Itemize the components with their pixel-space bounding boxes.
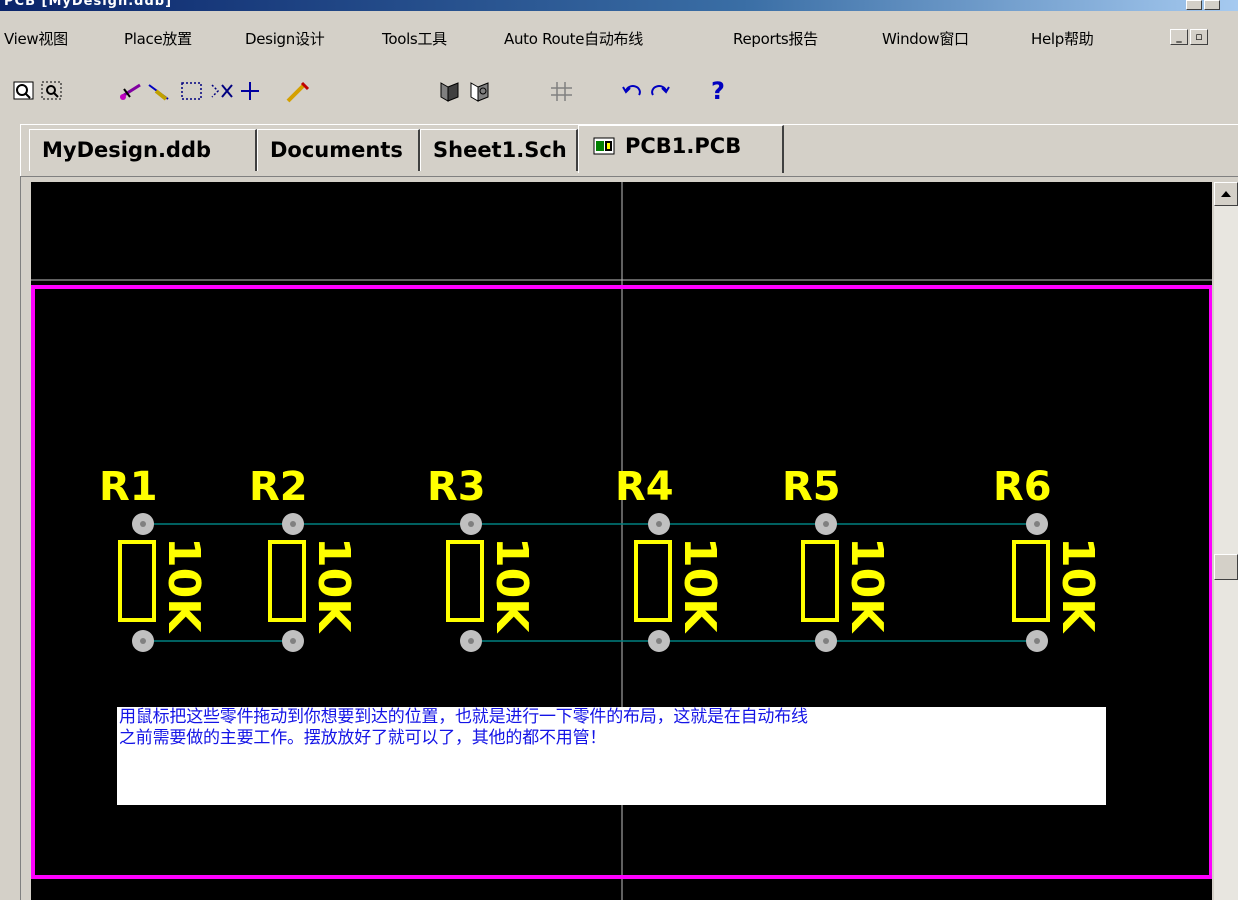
menu-window[interactable]: Window窗口	[882, 28, 969, 49]
line-icon[interactable]	[146, 76, 174, 106]
component-value: 10K	[674, 537, 725, 634]
document-window-controls: _ ▫	[1170, 29, 1208, 45]
resistor-body-outline	[634, 540, 672, 622]
redo-icon[interactable]	[646, 76, 674, 106]
menu-auto-route[interactable]: Auto Route自动布线	[504, 28, 643, 49]
resistor-body-outline	[1012, 540, 1050, 622]
pad-1-hole	[1034, 521, 1040, 527]
resistor-body-outline	[801, 540, 839, 622]
menu-place[interactable]: Place放置	[124, 28, 192, 49]
grid-icon[interactable]	[548, 76, 576, 106]
component-r5[interactable]: R510K	[782, 464, 892, 652]
component-designator: R1	[99, 464, 158, 510]
component-r1[interactable]: R110K	[99, 464, 209, 652]
component-r2[interactable]: R210K	[249, 464, 359, 652]
menu-design[interactable]: Design设计	[245, 28, 325, 49]
resistor-body-outline	[446, 540, 484, 622]
zoom-fit-icon[interactable]	[10, 76, 38, 106]
pad-2-hole	[823, 638, 829, 644]
component-designator: R4	[615, 464, 674, 510]
note-line-2: 之前需要做的主要工作。摆放放好了就可以了，其他的都不用管！	[119, 728, 607, 748]
scroll-thumb[interactable]	[1214, 554, 1238, 580]
component-designator: R6	[993, 464, 1052, 510]
tab-label: Sheet1.Sch	[433, 138, 567, 162]
component-value: 10K	[158, 537, 209, 634]
pad-2-hole	[140, 638, 146, 644]
pad-2-hole	[656, 638, 662, 644]
menu-view[interactable]: View视图	[4, 28, 68, 49]
minimize-window-button[interactable]	[1186, 0, 1202, 10]
zoom-area-icon[interactable]	[38, 76, 66, 106]
component-value: 10K	[308, 537, 359, 634]
component-designator: R5	[782, 464, 841, 510]
pad-1-hole	[823, 521, 829, 527]
window-title: PCB [MyDesign.ddb]	[4, 0, 173, 9]
component-designator: R2	[249, 464, 308, 510]
pad-2-hole	[1034, 638, 1040, 644]
tab-label: Documents	[270, 138, 403, 162]
pad-2-hole	[290, 638, 296, 644]
document-tabs: MyDesign.ddb Documents Sheet1.Sch PCB1.P…	[20, 124, 1238, 181]
menu-bar: View视图 Place放置 Design设计 Tools工具 Auto Rou…	[0, 24, 1238, 50]
svg-text:?: ?	[711, 77, 725, 105]
scroll-up-arrow-icon	[1221, 191, 1231, 197]
component-value: 10K	[486, 537, 537, 634]
component-value: 10K	[841, 537, 892, 634]
doc-restore-button[interactable]: ▫	[1190, 29, 1208, 45]
deselect-icon[interactable]	[208, 76, 236, 106]
tab-label: PCB1.PCB	[625, 134, 742, 158]
menu-reports[interactable]: Reports报告	[733, 28, 818, 49]
highlight-icon[interactable]	[284, 76, 312, 106]
component-r3[interactable]: R310K	[427, 464, 537, 652]
resistor-body-outline	[268, 540, 306, 622]
menu-help[interactable]: Help帮助	[1031, 28, 1094, 49]
note-line-1: 用鼠标把这些零件拖动到你想要到达的位置，也就是进行一下零件的布局，这就是在自动布…	[119, 707, 808, 727]
resistor-body-outline	[118, 540, 156, 622]
help-icon[interactable]: ?	[704, 76, 732, 106]
tab-pcb1[interactable]: PCB1.PCB	[578, 125, 784, 173]
component-value: 10K	[1052, 537, 1103, 634]
pad-1-hole	[290, 521, 296, 527]
pad-1-hole	[140, 521, 146, 527]
wire-icon[interactable]	[118, 76, 146, 106]
menu-tools[interactable]: Tools工具	[382, 28, 447, 49]
scroll-up-button[interactable]	[1214, 182, 1238, 206]
component-designator: R3	[427, 464, 486, 510]
pcb-document-icon	[593, 129, 617, 155]
pad-1-hole	[468, 521, 474, 527]
pad-1-hole	[656, 521, 662, 527]
tab-mydesign[interactable]: MyDesign.ddb	[29, 129, 257, 171]
library-icon[interactable]	[436, 76, 464, 106]
tab-sheet1[interactable]: Sheet1.Sch	[420, 129, 578, 171]
component-r4[interactable]: R410K	[615, 464, 725, 652]
main-toolbar: ?	[0, 72, 1238, 112]
instruction-note: 用鼠标把这些零件拖动到你想要到达的位置，也就是进行一下零件的布局，这就是在自动布…	[117, 707, 1106, 805]
title-bar: PCB [MyDesign.ddb]	[0, 0, 1238, 11]
restore-window-button[interactable]	[1204, 0, 1220, 10]
move-icon[interactable]	[236, 76, 264, 106]
tab-documents[interactable]: Documents	[257, 129, 420, 171]
doc-minimize-button[interactable]: _	[1170, 29, 1188, 45]
browse-icon[interactable]	[466, 76, 494, 106]
component-r6[interactable]: R610K	[993, 464, 1103, 652]
tab-label: MyDesign.ddb	[42, 138, 212, 162]
select-icon[interactable]	[178, 76, 206, 106]
vertical-scrollbar[interactable]	[1214, 182, 1238, 900]
undo-icon[interactable]	[618, 76, 646, 106]
pad-2-hole	[468, 638, 474, 644]
